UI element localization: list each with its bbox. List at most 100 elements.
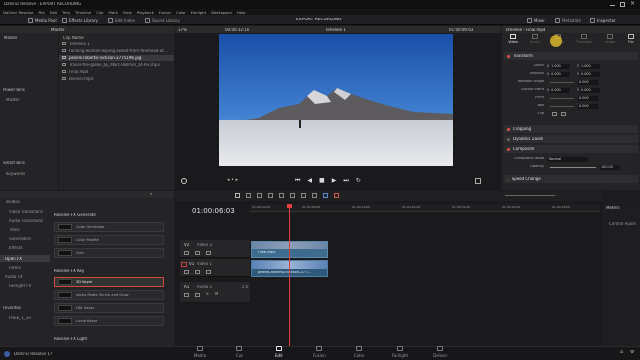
- anchor-y-field[interactable]: 0.000: [580, 87, 600, 93]
- link-icon[interactable]: [312, 193, 317, 198]
- play-reverse-icon[interactable]: ◀: [307, 177, 312, 185]
- zoom-y-field[interactable]: 1.000: [580, 63, 600, 69]
- search-icon[interactable]: ⌕: [150, 192, 152, 196]
- minimize-icon[interactable]: [610, 5, 615, 6]
- mixer-button[interactable]: Mixer: [527, 17, 545, 23]
- track-header-v2[interactable]: V2 Video 2: [180, 240, 250, 258]
- disabled-icon[interactable]: [507, 137, 510, 141]
- list-item[interactable]: Final.mp4: [59, 69, 174, 75]
- yaw-slider[interactable]: [550, 105, 574, 107]
- composite-mode-select[interactable]: Normal: [548, 156, 588, 162]
- tab-video[interactable]: Video: [508, 34, 518, 48]
- tree-fairlight-fx[interactable]: Fairlight FX: [9, 284, 31, 288]
- tab-image[interactable]: Image: [605, 34, 615, 48]
- flip-vertical-icon[interactable]: [561, 112, 566, 116]
- yaw-field[interactable]: 0.000: [578, 103, 598, 109]
- anchor-x-field[interactable]: 0.000: [550, 87, 570, 93]
- tab-audio[interactable]: Audio: [530, 34, 540, 48]
- flag-icon[interactable]: [323, 193, 328, 198]
- section-transform[interactable]: Transform: [504, 52, 638, 60]
- tab-file[interactable]: File: [627, 34, 634, 48]
- fx-group-generate[interactable]: Resolve FX Generate: [54, 213, 96, 217]
- fx-group-key[interactable]: Resolve FX Key: [54, 269, 84, 273]
- match-frame-icon[interactable]: [475, 178, 481, 184]
- auto-select-icon[interactable]: [195, 251, 200, 255]
- list-item[interactable]: Travel-the-globe_by_Marc-Vollmer_at-Pix.…: [59, 62, 174, 68]
- enabled-icon[interactable]: [507, 54, 510, 58]
- page-tab-edit[interactable]: Edit: [275, 346, 283, 358]
- smart-bins-keywords[interactable]: Keywords: [6, 172, 25, 176]
- lock-icon[interactable]: [184, 251, 189, 255]
- viewer-timeline-name[interactable]: Timeline 1: [325, 28, 346, 32]
- sound-library-button[interactable]: Sound Library: [145, 17, 180, 23]
- opacity-slider[interactable]: [550, 166, 596, 168]
- section-dynamic-zoom[interactable]: Dynamic Zoom: [504, 135, 638, 143]
- opacity-field[interactable]: 100.00: [600, 164, 620, 170]
- tree-audio-transitions[interactable]: Audio Transitions: [9, 219, 43, 223]
- tree-generators[interactable]: Generators: [9, 237, 31, 241]
- replace-icon[interactable]: [290, 193, 295, 198]
- track-header-a1[interactable]: A1 Audio 1 2.0 S M: [180, 282, 250, 302]
- edit-index-button[interactable]: Edit Index: [108, 17, 135, 23]
- pitch-slider[interactable]: [550, 97, 574, 99]
- visibility-icon[interactable]: [206, 251, 211, 255]
- tree-open-fx[interactable]: Open FX: [5, 257, 22, 261]
- lock-icon[interactable]: [184, 270, 189, 274]
- fx-color-generator[interactable]: Color Generator: [54, 222, 164, 232]
- power-bins-master[interactable]: Master: [6, 98, 20, 102]
- mute-icon[interactable]: M: [215, 292, 218, 296]
- blade-tool-icon[interactable]: [257, 193, 262, 198]
- playhead-handle[interactable]: [287, 204, 292, 208]
- bin-master[interactable]: Master: [4, 36, 18, 40]
- effects-library-button[interactable]: Effects Library: [62, 17, 98, 23]
- viewer-zoom[interactable]: 37%: [178, 28, 187, 32]
- clip-name-header[interactable]: Clip Name: [63, 36, 84, 40]
- section-speed-change[interactable]: › Speed Change: [504, 175, 638, 183]
- tree-titles[interactable]: Titles: [9, 228, 20, 232]
- position-x-field[interactable]: 0.000: [550, 71, 570, 77]
- tree-video-transitions[interactable]: Video Transitions: [9, 210, 43, 214]
- media-pool-button[interactable]: Media Pool: [28, 17, 57, 23]
- tree-audio-fx[interactable]: Audio FX: [5, 275, 23, 279]
- lock-icon[interactable]: [184, 293, 189, 297]
- page-tab-color[interactable]: Color: [354, 346, 364, 358]
- fx-hsl-keyer[interactable]: HSL Keyer: [54, 303, 164, 313]
- jump-to-end-icon[interactable]: ⏭: [343, 177, 348, 185]
- source-patch-icon[interactable]: [181, 262, 187, 267]
- list-item[interactable]: running-woman-wiping-sweat-from-forehead…: [59, 48, 174, 54]
- fx-3d-keyer[interactable]: 3D Keyer: [54, 277, 164, 287]
- fx-luma-keyer[interactable]: Luma Keyer: [54, 316, 164, 326]
- timeline-ruler[interactable]: 01:00:00:00 01:00:08:00 01:00:16:00 01:0…: [250, 204, 600, 212]
- page-tab-media[interactable]: Media: [194, 346, 206, 358]
- play-icon[interactable]: ▶: [332, 177, 337, 185]
- zoom-x-field[interactable]: 1.000: [550, 63, 570, 69]
- favorite-item[interactable]: FREE_1_33: [9, 316, 31, 320]
- tree-effects[interactable]: Effects: [9, 246, 23, 250]
- close-icon[interactable]: ×: [630, 1, 635, 7]
- audio-scrub-icon[interactable]: [181, 178, 187, 184]
- overwrite-icon[interactable]: [279, 193, 284, 198]
- page-tab-cut[interactable]: Cut: [236, 346, 243, 358]
- fx-color-palette[interactable]: Color Palette: [54, 235, 164, 245]
- insert-icon[interactable]: [268, 193, 273, 198]
- stop-icon[interactable]: ■: [319, 177, 325, 185]
- flip-horizontal-icon[interactable]: [552, 112, 557, 116]
- trim-tool-icon[interactable]: [246, 193, 251, 198]
- solo-icon[interactable]: S: [206, 292, 209, 296]
- snapping-icon[interactable]: [301, 193, 306, 198]
- home-icon[interactable]: ⌂: [620, 350, 623, 355]
- metadata-button[interactable]: Metadata: [555, 17, 581, 23]
- maximize-icon[interactable]: [620, 2, 625, 7]
- list-item[interactable]: Deliver.mp4: [59, 76, 174, 82]
- page-tab-deliver[interactable]: Deliver: [433, 346, 447, 358]
- section-composite[interactable]: Composite: [504, 145, 638, 153]
- rotation-field[interactable]: 0.000: [578, 79, 598, 85]
- auto-select-icon[interactable]: [195, 270, 200, 274]
- inspector-button[interactable]: Inspector: [590, 17, 616, 23]
- track-header-v1[interactable]: V1 Video 1: [180, 259, 250, 277]
- auto-select-icon[interactable]: [195, 293, 200, 297]
- tree-toolbox[interactable]: Toolbox: [5, 200, 20, 204]
- fx-group-light[interactable]: Resolve FX Light: [54, 337, 87, 341]
- smart-bins-label[interactable]: Smart Bins: [3, 161, 25, 165]
- tab-transition[interactable]: Transition: [576, 34, 592, 48]
